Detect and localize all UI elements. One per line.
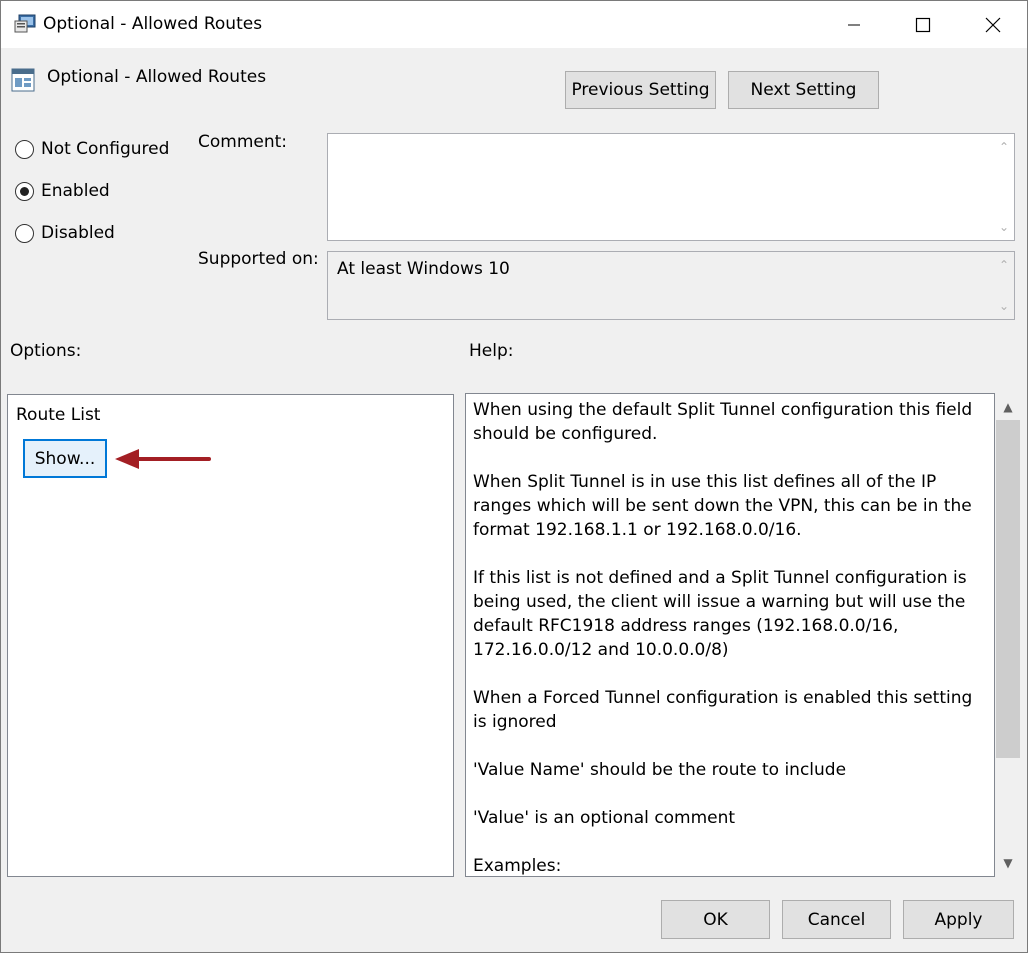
chevron-down-icon[interactable]: ▼ [995,852,1021,874]
annotation-arrow-icon [115,449,211,469]
supported-on-value: At least Windows 10 [337,259,510,279]
chevron-up-icon[interactable]: ⌃ [999,140,1009,154]
setting-title: Optional - Allowed Routes [47,67,267,87]
chevron-down-icon[interactable]: ⌄ [999,220,1009,234]
help-paragraph: 'Value' is an optional comment [473,808,736,828]
radio-button[interactable] [15,139,34,159]
chevron-up-icon[interactable]: ▲ [995,396,1021,418]
maximize-button[interactable] [888,1,958,48]
radio-disabled[interactable]: Disabled [15,223,115,243]
help-label: Help: [469,341,514,361]
window-title: Optional - Allowed Routes [43,14,263,34]
title-bar[interactable]: Optional - Allowed Routes [1,1,1027,48]
close-button[interactable] [958,1,1028,48]
radio-label: Not Configured [41,139,170,159]
comment-field[interactable]: ⌃ ⌄ [327,133,1015,241]
policy-icon [14,14,36,33]
options-label: Options: [10,341,82,361]
close-icon [985,17,1001,32]
supported-on-field: At least Windows 10 ⌃ ⌄ [327,251,1015,320]
comment-scrollbar[interactable]: ⌃ ⌄ [994,134,1014,240]
help-scrollbar[interactable]: ▲ ▼ [995,394,1021,876]
radio-button[interactable] [15,223,34,243]
help-paragraph: When a Forced Tunnel configuration is en… [473,688,973,732]
radio-not-configured[interactable]: Not Configured [15,139,169,159]
chevron-up-icon[interactable]: ⌃ [999,258,1009,272]
help-paragraph: 'Value Name' should be the route to incl… [473,760,847,780]
chevron-down-icon[interactable]: ⌄ [999,299,1009,313]
show-button[interactable]: Show... [23,439,107,478]
help-paragraph: When using the default Split Tunnel conf… [473,400,973,444]
comment-label: Comment: [198,132,288,152]
minimize-icon [848,24,860,25]
help-text: When using the default Split Tunnel conf… [473,398,988,875]
help-paragraph: Examples: [473,856,562,875]
cancel-button[interactable]: Cancel [782,900,891,939]
help-paragraph: If this list is not defined and a Split … [473,568,967,660]
scroll-thumb[interactable] [996,420,1020,758]
ok-button[interactable]: OK [661,900,770,939]
setting-icon [11,68,35,92]
apply-button[interactable]: Apply [903,900,1014,939]
policy-setting-dialog: Optional - Allowed Routes Optional - All… [0,0,1028,953]
radio-label: Enabled [41,181,110,201]
previous-setting-button[interactable]: Previous Setting [565,71,716,109]
maximize-icon [915,17,931,32]
supported-scrollbar[interactable]: ⌃ ⌄ [994,252,1014,319]
radio-label: Disabled [41,223,115,243]
next-setting-button[interactable]: Next Setting [728,71,879,109]
supported-on-label: Supported on: [198,249,319,269]
radio-enabled[interactable]: Enabled [15,181,110,201]
minimize-button[interactable] [819,1,889,48]
radio-button[interactable] [15,181,34,201]
route-list-label: Route List [16,405,101,425]
help-paragraph: When Split Tunnel is in use this list de… [473,472,972,540]
